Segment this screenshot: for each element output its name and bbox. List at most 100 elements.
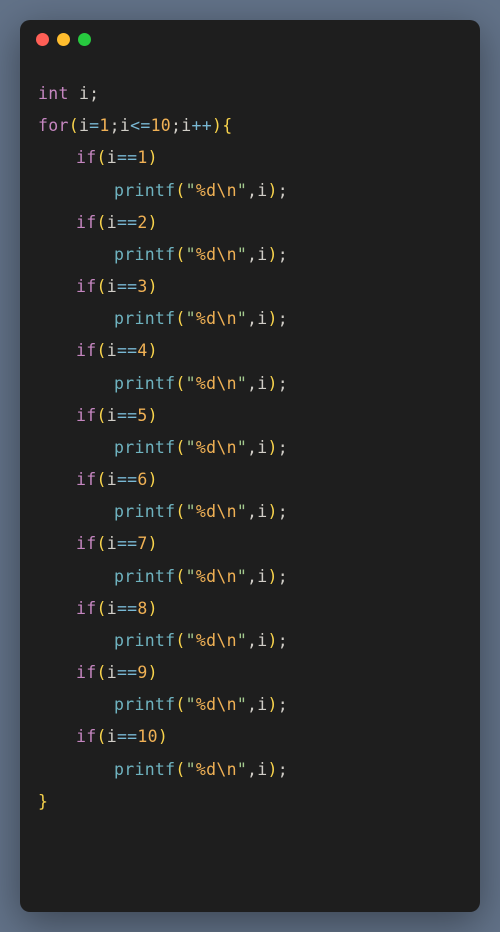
semicolon: ; xyxy=(278,695,288,714)
str-quote: " xyxy=(237,567,247,586)
if-keyword: if xyxy=(76,406,96,425)
str-quote: " xyxy=(237,245,247,264)
if-keyword: if xyxy=(76,277,96,296)
str-quote: " xyxy=(186,760,196,779)
code-line: if(i==1) xyxy=(38,142,462,174)
lparen: ( xyxy=(96,470,106,489)
semicolon: ; xyxy=(89,84,99,103)
rparen: ) xyxy=(268,567,278,586)
comma: , xyxy=(247,309,257,328)
minimize-icon[interactable] xyxy=(57,33,70,46)
window-titlebar xyxy=(20,20,480,58)
comma: , xyxy=(247,567,257,586)
comma: , xyxy=(247,245,257,264)
num-literal: 3 xyxy=(137,277,147,296)
lparen: ( xyxy=(175,502,185,521)
code-line: printf("%d\n",i); xyxy=(38,689,462,721)
num-literal: 1 xyxy=(99,116,109,135)
str-quote: " xyxy=(237,309,247,328)
var-i: i xyxy=(79,84,89,103)
printf-fn: printf xyxy=(114,502,175,521)
fmt-specifier: %d xyxy=(196,374,216,393)
if-keyword: if xyxy=(76,534,96,553)
for-keyword: for xyxy=(38,116,69,135)
comma: , xyxy=(247,695,257,714)
code-line: printf("%d\n",i); xyxy=(38,303,462,335)
num-literal: 10 xyxy=(137,727,157,746)
num-literal: 4 xyxy=(137,341,147,360)
num-literal: 9 xyxy=(137,663,147,682)
var-i: i xyxy=(107,470,117,489)
printf-fn: printf xyxy=(114,695,175,714)
var-i: i xyxy=(257,502,267,521)
escape-nl: \n xyxy=(216,309,236,328)
eq-op: == xyxy=(117,727,137,746)
fmt-specifier: %d xyxy=(196,631,216,650)
fmt-specifier: %d xyxy=(196,309,216,328)
var-i: i xyxy=(257,695,267,714)
var-i: i xyxy=(107,663,117,682)
code-line: if(i==7) xyxy=(38,528,462,560)
str-quote: " xyxy=(186,245,196,264)
str-quote: " xyxy=(237,502,247,521)
type-keyword: int xyxy=(38,84,69,103)
escape-nl: \n xyxy=(216,245,236,264)
comma: , xyxy=(247,502,257,521)
eq-op: == xyxy=(117,148,137,167)
str-quote: " xyxy=(186,181,196,200)
str-quote: " xyxy=(186,309,196,328)
var-i: i xyxy=(257,181,267,200)
semicolon: ; xyxy=(278,760,288,779)
str-quote: " xyxy=(186,502,196,521)
code-line: printf("%d\n",i); xyxy=(38,432,462,464)
var-i: i xyxy=(181,116,191,135)
var-i: i xyxy=(79,116,89,135)
escape-nl: \n xyxy=(216,567,236,586)
str-quote: " xyxy=(237,695,247,714)
num-literal: 10 xyxy=(151,116,171,135)
num-literal: 2 xyxy=(137,213,147,232)
semicolon: ; xyxy=(110,116,120,135)
assign-op: = xyxy=(89,116,99,135)
if-keyword: if xyxy=(76,341,96,360)
code-line: if(i==4) xyxy=(38,335,462,367)
lparen: ( xyxy=(96,406,106,425)
lparen: ( xyxy=(175,695,185,714)
fmt-specifier: %d xyxy=(196,438,216,457)
fmt-specifier: %d xyxy=(196,181,216,200)
num-literal: 6 xyxy=(137,470,147,489)
eq-op: == xyxy=(117,341,137,360)
num-literal: 7 xyxy=(137,534,147,553)
maximize-icon[interactable] xyxy=(78,33,91,46)
rparen: ) xyxy=(268,245,278,264)
rparen: ) xyxy=(148,663,158,682)
code-line: printf("%d\n",i); xyxy=(38,175,462,207)
escape-nl: \n xyxy=(216,631,236,650)
var-i: i xyxy=(107,341,117,360)
code-line: if(i==2) xyxy=(38,207,462,239)
semicolon: ; xyxy=(278,438,288,457)
if-keyword: if xyxy=(76,727,96,746)
close-icon[interactable] xyxy=(36,33,49,46)
printf-fn: printf xyxy=(114,309,175,328)
code-line: printf("%d\n",i); xyxy=(38,754,462,786)
rparen: ) xyxy=(268,309,278,328)
escape-nl: \n xyxy=(216,695,236,714)
str-quote: " xyxy=(237,631,247,650)
lparen: ( xyxy=(69,116,79,135)
semicolon: ; xyxy=(171,116,181,135)
lparen: ( xyxy=(96,663,106,682)
if-keyword: if xyxy=(76,599,96,618)
lparen: ( xyxy=(175,631,185,650)
fmt-specifier: %d xyxy=(196,502,216,521)
fmt-specifier: %d xyxy=(196,245,216,264)
str-quote: " xyxy=(186,567,196,586)
rparen: ) xyxy=(268,631,278,650)
code-window: int i;for(i=1;i<=10;i++){if(i==1)printf(… xyxy=(20,20,480,912)
semicolon: ; xyxy=(278,309,288,328)
eq-op: == xyxy=(117,470,137,489)
rbrace: } xyxy=(38,792,48,811)
code-line: } xyxy=(38,786,462,818)
rparen: ) xyxy=(148,341,158,360)
var-i: i xyxy=(257,438,267,457)
